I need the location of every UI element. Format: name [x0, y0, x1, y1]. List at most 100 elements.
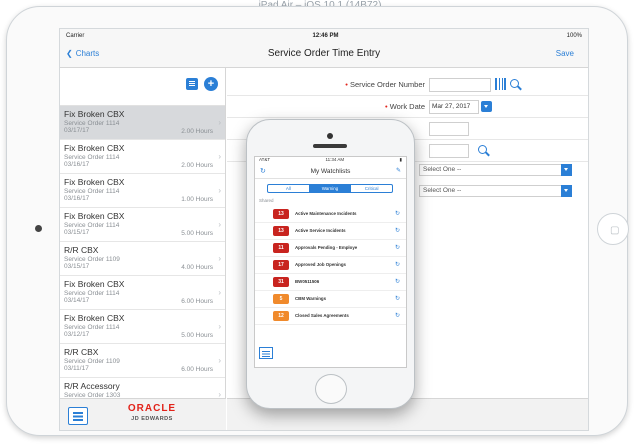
- home-button[interactable]: ▢: [597, 213, 629, 245]
- list-item[interactable]: R/R CBX Service Order 1109 03/15/17 4.00 Ho…: [60, 242, 225, 276]
- refresh-icon[interactable]: ↻: [395, 278, 400, 285]
- chevron-right-icon: ›: [218, 186, 221, 195]
- barcode-scan-icon[interactable]: [495, 78, 506, 90]
- tab-warning[interactable]: Warning: [309, 185, 352, 192]
- entry-hours: 4.00 Hours: [181, 264, 213, 271]
- chevron-down-icon[interactable]: [561, 185, 572, 197]
- entry-service-order: Service Order 1114: [64, 222, 120, 229]
- search-icon[interactable]: [510, 79, 519, 88]
- battery-icon: ▮: [399, 157, 402, 162]
- work-date-label: • Work Date: [384, 102, 425, 111]
- refresh-icon[interactable]: ↻: [395, 227, 400, 234]
- entry-service-order: Service Order 1114: [64, 120, 120, 127]
- add-entry-button[interactable]: +: [204, 77, 218, 91]
- entry-service-order: Service Order 1114: [64, 154, 120, 161]
- count-badge: 5: [273, 294, 289, 304]
- list-entry-icon[interactable]: [186, 78, 198, 90]
- chevron-right-icon: ›: [218, 220, 221, 229]
- watchlist-item[interactable]: 12 Closed Sales Agreements ↻: [255, 308, 406, 325]
- entry-hours: 5.00 Hours: [181, 230, 213, 237]
- chevron-down-icon[interactable]: [561, 164, 572, 176]
- iphone-frame: AT&T 11:34 AM ▮ ↻ My Watchlists ✎ All War…: [246, 119, 415, 409]
- status-bar: Carrier 12:46 PM 100%: [60, 29, 588, 42]
- oracle-logo: ORACLE JD EDWARDS: [112, 403, 192, 422]
- save-button[interactable]: Save: [556, 49, 574, 58]
- form-input-4[interactable]: [429, 144, 469, 158]
- chevron-right-icon: ›: [218, 152, 221, 161]
- edit-icon[interactable]: ✎: [396, 167, 401, 174]
- list-item[interactable]: Fix Broken CBX Service Order 1114 03/12/17…: [60, 310, 225, 344]
- entry-title: R/R Accessory: [64, 381, 120, 391]
- date-picker-button[interactable]: [481, 101, 492, 112]
- refresh-icon[interactable]: ↻: [395, 295, 400, 302]
- entry-service-order: Service Order 1114: [64, 188, 120, 195]
- count-badge: 31: [273, 277, 289, 287]
- watchlist-title: My Watchlists: [310, 168, 351, 175]
- watchlist-item[interactable]: 13 Active Service Incidents ↻: [255, 223, 406, 240]
- oracle-wordmark: ORACLE: [127, 403, 177, 414]
- watchlist-label: CBM Warnings: [295, 296, 327, 301]
- refresh-icon[interactable]: ↻: [395, 312, 400, 319]
- battery-label: 100%: [566, 32, 582, 39]
- select-field-2[interactable]: Select One --: [419, 185, 572, 197]
- search-icon[interactable]: [478, 145, 487, 154]
- list-item[interactable]: Fix Broken CBX Service Order 1114 03/16/17…: [60, 174, 225, 208]
- list-item[interactable]: Fix Broken CBX Service Order 1114 03/14/17…: [60, 276, 225, 310]
- iphone-home-button[interactable]: [315, 374, 347, 404]
- list-item[interactable]: Fix Broken CBX Service Order 1114 03/15/17…: [60, 208, 225, 242]
- chevron-right-icon: ›: [218, 118, 221, 127]
- refresh-icon[interactable]: ↻: [395, 210, 400, 217]
- entry-title: Fix Broken CBX: [64, 177, 125, 187]
- refresh-icon[interactable]: ↻: [395, 244, 400, 251]
- watchlist-item[interactable]: 11 Approvals Pending - Employe ↻: [255, 240, 406, 257]
- section-header: Shared: [259, 198, 274, 203]
- count-badge: 13: [273, 209, 289, 219]
- count-badge: 13: [273, 226, 289, 236]
- entry-hours: 1.00 Hours: [181, 196, 213, 203]
- menu-icon[interactable]: [68, 407, 88, 425]
- watchlist-label: Closed Sales Agreements: [295, 313, 349, 318]
- watchlist-label: Approvals Pending - Employe: [295, 245, 358, 250]
- entry-title: Fix Broken CBX: [64, 313, 125, 323]
- count-badge: 11: [273, 243, 289, 253]
- entry-title: R/R CBX: [64, 347, 99, 357]
- list-item[interactable]: Fix Broken CBX Service Order 1114 03/16/17…: [60, 140, 225, 174]
- work-date-field[interactable]: Mar 27, 2017: [429, 100, 479, 114]
- list-item[interactable]: Fix Broken CBX Service Order 1114 03/17/17…: [60, 106, 225, 140]
- watchlist-filter-tabs: All Warning Critical: [267, 184, 393, 193]
- watchlist-label: Active Maintenance Incidents: [295, 211, 357, 216]
- watchlist-item[interactable]: 31 BW0511506 ↻: [255, 274, 406, 291]
- watchlist-item[interactable]: 17 Approved Job Openings ↻: [255, 257, 406, 274]
- entry-list: Fix Broken CBX Service Order 1114 03/17/17…: [60, 106, 225, 412]
- iphone-status-bar: AT&T 11:34 AM ▮: [255, 157, 406, 165]
- entry-list-pane: + Fix Broken CBX Service Order 1114 03/17/…: [60, 68, 226, 430]
- refresh-icon[interactable]: ↻: [395, 261, 400, 268]
- iphone-screen: AT&T 11:34 AM ▮ ↻ My Watchlists ✎ All War…: [254, 156, 407, 368]
- select-field-1[interactable]: Select One --: [419, 164, 572, 176]
- entry-service-order: Service Order 1109: [64, 358, 120, 365]
- watchlist-item[interactable]: 5 CBM Warnings ↻: [255, 291, 406, 308]
- iphone-clock: 11:34 AM: [325, 157, 345, 162]
- service-order-input[interactable]: [429, 78, 491, 92]
- entry-hours: 6.00 Hours: [181, 366, 213, 373]
- watchlist-label: Approved Job Openings: [295, 262, 346, 267]
- watchlist-list: 13 Active Maintenance Incidents ↻ 13 Active …: [255, 206, 406, 325]
- count-badge: 12: [273, 311, 289, 321]
- speaker-grille: [313, 144, 347, 148]
- select-value-1: Select One --: [423, 166, 462, 173]
- tab-all[interactable]: All: [268, 185, 310, 192]
- watchlist-item[interactable]: 13 Active Maintenance Incidents ↻: [255, 206, 406, 223]
- nav-bar: ❮ Charts Service Order Time Entry Save: [60, 42, 588, 68]
- form-input-3[interactable]: [429, 122, 469, 136]
- iphone-nav-bar: ↻ My Watchlists ✎: [255, 165, 406, 179]
- select-value-2: Select One --: [423, 187, 462, 194]
- count-badge: 17: [273, 260, 289, 270]
- chevron-right-icon: ›: [218, 288, 221, 297]
- list-footer: ORACLE JD EDWARDS: [60, 398, 226, 430]
- list-item[interactable]: R/R CBX Service Order 1109 03/11/17 6.00 Ho…: [60, 344, 225, 378]
- camera-icon: [327, 133, 333, 139]
- menu-icon[interactable]: [259, 347, 273, 359]
- service-order-label: • Service Order Number: [345, 80, 425, 89]
- tab-critical[interactable]: Critical: [351, 185, 392, 192]
- chevron-right-icon: ›: [218, 356, 221, 365]
